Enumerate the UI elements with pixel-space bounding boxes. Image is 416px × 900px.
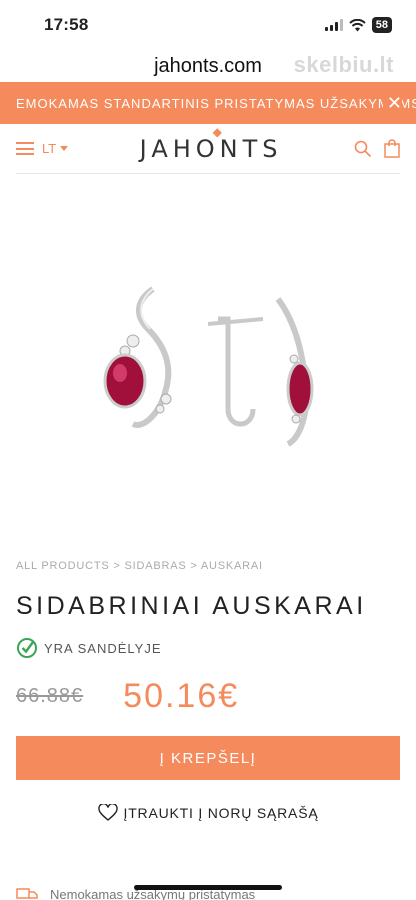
browser-address-bar[interactable]: jahonts.com skelbiu.lt — [0, 50, 416, 82]
cellular-signal-icon — [324, 19, 343, 31]
search-icon[interactable] — [354, 140, 372, 158]
add-to-cart-button[interactable]: Į KREPŠELĮ — [16, 736, 400, 780]
check-circle-icon — [17, 638, 37, 658]
language-label: LT — [42, 140, 57, 156]
delivery-truck-icon — [16, 888, 38, 899]
logo-text: JAHONTS — [139, 134, 283, 163]
promo-text: EMOKAMAS STANDARTINIS PRISTATYMAS UŽSAKY… — [16, 95, 416, 111]
wifi-icon — [349, 18, 366, 31]
caret-down-icon — [60, 145, 69, 151]
hamburger-menu-icon[interactable] — [16, 142, 34, 155]
earrings-illustration — [103, 286, 314, 447]
status-time: 17:58 — [44, 15, 89, 34]
price-block: 66.88€ 50.16€ — [16, 677, 400, 716]
home-indicator[interactable] — [134, 885, 282, 890]
status-bar: 17:58 58 — [0, 0, 416, 50]
add-to-wishlist-button[interactable]: ĮTRAUKTI Į NORŲ SĄRAŠĄ — [16, 804, 400, 822]
product-title: SIDABRINIAI AUSKARAI — [16, 592, 367, 620]
url-text: jahonts.com — [154, 54, 262, 77]
watermark: skelbiu.lt — [293, 52, 394, 77]
stock-status: YRA SANDĖLYJE — [16, 637, 400, 659]
heart-icon — [97, 804, 118, 821]
language-selector[interactable]: LT — [42, 140, 69, 158]
promo-banner: EMOKAMAS STANDARTINIS PRISTATYMAS UŽSAKY… — [0, 82, 416, 124]
close-icon[interactable]: ✕ — [382, 93, 402, 114]
stock-label: YRA SANDĖLYJE — [44, 640, 162, 656]
old-price: 66.88€ — [16, 685, 84, 707]
shopping-bag-icon[interactable] — [384, 139, 400, 158]
site-logo[interactable]: ◆ JAHONTS — [139, 125, 283, 163]
site-header: LT ◆ JAHONTS — [16, 124, 400, 174]
product-image[interactable] — [0, 184, 416, 554]
status-indicators: 58 — [324, 17, 392, 33]
current-price: 50.16€ — [123, 677, 240, 715]
wishlist-label: ĮTRAUKTI Į NORŲ SĄRAŠĄ — [123, 805, 319, 821]
logo-diamond-icon: ◆ — [212, 124, 227, 139]
battery-indicator: 58 — [371, 17, 392, 33]
breadcrumb[interactable]: ALL PRODUCTS > SIDABRAS > AUSKARAI — [16, 560, 400, 572]
